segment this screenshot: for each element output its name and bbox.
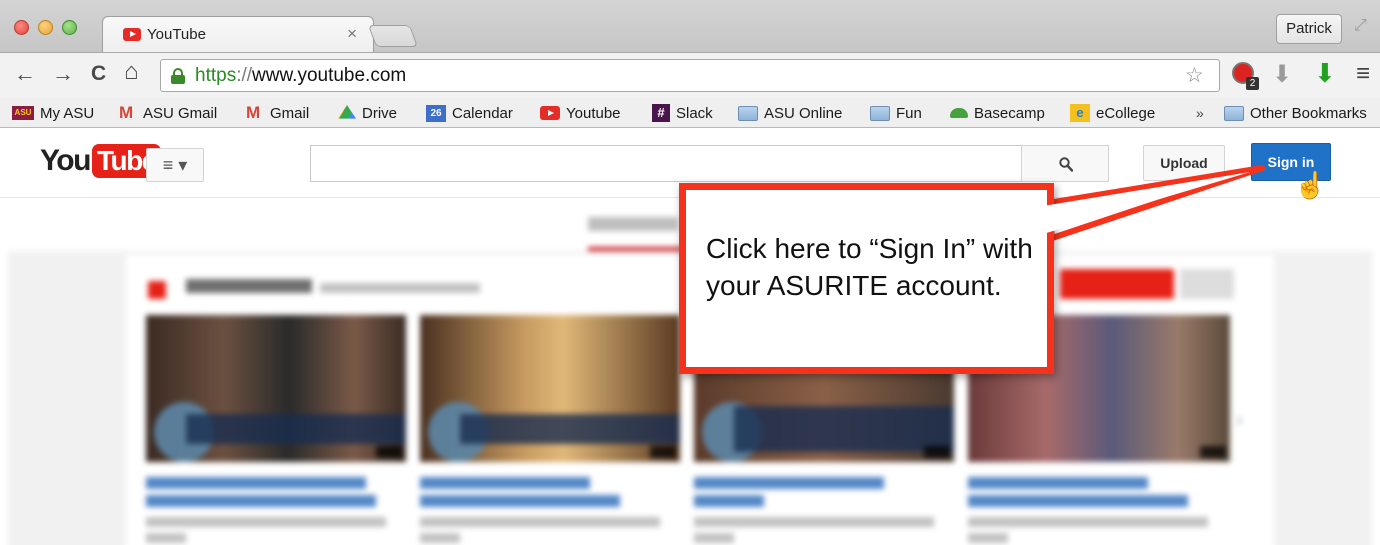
carousel-next-icon[interactable]: › (1236, 409, 1243, 432)
hand-cursor-icon: ☝ (1294, 170, 1327, 200)
folder-icon (1224, 105, 1244, 121)
video-title[interactable] (694, 477, 884, 489)
video-meta (968, 517, 1208, 527)
section-subtitle-placeholder (320, 283, 480, 293)
basecamp-icon (950, 108, 968, 118)
download-disabled-icon[interactable]: ⬇ (1272, 60, 1292, 89)
video-meta (694, 517, 934, 527)
bookmark-asu-gmail[interactable]: M ASU Gmail (119, 103, 217, 123)
bookmark-star-icon[interactable]: ☆ (1185, 63, 1204, 88)
section-title-placeholder (186, 279, 312, 293)
new-tab-button[interactable] (367, 25, 419, 47)
calendar-icon: 26 (426, 104, 446, 122)
video-meta (420, 517, 660, 527)
video-title[interactable] (420, 477, 590, 489)
bookmark-asu-online[interactable]: ASU Online (738, 103, 842, 123)
callout-text: Click here to “Sign In” with your ASURIT… (706, 233, 1033, 301)
lock-icon (171, 68, 185, 84)
tab-title: YouTube (147, 26, 206, 43)
bookmark-basecamp[interactable]: Basecamp (950, 103, 1045, 123)
guide-menu-button[interactable]: ≡ ▾ (146, 148, 204, 182)
bookmark-other-bookmarks[interactable]: Other Bookmarks (1224, 103, 1367, 123)
gmail-icon: M (119, 103, 134, 122)
subscriber-count (1180, 269, 1234, 299)
video-title[interactable] (146, 477, 366, 489)
bookmark-fun[interactable]: Fun (870, 103, 922, 123)
bookmark-gmail[interactable]: M Gmail (246, 103, 309, 123)
bookmarks-overflow-icon[interactable]: » (1196, 105, 1204, 121)
youtube-logo[interactable]: You Tube (40, 144, 161, 178)
search-input[interactable] (310, 145, 1022, 182)
bookmark-youtube[interactable]: Youtube (540, 103, 621, 123)
window-close-button[interactable] (14, 20, 29, 35)
address-url: https://www.youtube.com (195, 65, 407, 86)
forward-icon[interactable]: → (52, 61, 74, 87)
tab-close-icon[interactable]: × (347, 24, 357, 44)
home-icon[interactable]: ⌂ (124, 58, 139, 86)
youtube-favicon-icon (123, 28, 141, 41)
search-button[interactable] (1021, 145, 1109, 182)
instruction-callout: Click here to “Sign In” with your ASURIT… (679, 183, 1054, 374)
back-icon[interactable]: ← (14, 61, 36, 87)
drive-icon (338, 105, 356, 119)
browser-tab-youtube[interactable]: YouTube × (102, 16, 374, 52)
video-title[interactable] (968, 477, 1148, 489)
search-icon (1059, 157, 1073, 172)
folder-icon (870, 105, 890, 121)
channel-icon (148, 281, 166, 299)
profile-button[interactable]: Patrick (1276, 14, 1342, 44)
bookmark-my-asu[interactable]: ASU My ASU (12, 103, 94, 123)
video-thumbnail[interactable] (146, 315, 406, 462)
reload-icon[interactable]: C (91, 62, 106, 86)
what-to-watch-tab[interactable] (588, 217, 678, 231)
youtube-icon (540, 106, 560, 120)
window-minimize-button[interactable] (38, 20, 53, 35)
upload-button[interactable]: Upload (1143, 145, 1225, 181)
video-meta (146, 517, 386, 527)
bookmark-slack[interactable]: # Slack (652, 103, 713, 123)
browser-tabstrip: YouTube × Patrick ⤢ (0, 0, 1380, 52)
window-zoom-button[interactable] (62, 20, 77, 35)
extension-badge: 2 (1246, 77, 1259, 90)
video-thumbnail[interactable] (420, 315, 680, 462)
download-icon[interactable]: ⬇ (1314, 58, 1336, 89)
gmail-icon: M (246, 103, 261, 122)
fullscreen-icon[interactable]: ⤢ (1354, 17, 1367, 35)
chrome-menu-icon[interactable]: ≡ (1356, 60, 1370, 88)
bookmark-calendar[interactable]: 26 Calendar (426, 103, 513, 123)
screenshot-frame: YouTube × Patrick ⤢ ← → C ⌂ https://www.… (0, 0, 1380, 545)
folder-icon (738, 105, 758, 121)
asu-icon: ASU (12, 106, 34, 120)
address-bar[interactable]: https://www.youtube.com ☆ (160, 59, 1220, 92)
browser-toolbar: ← → C ⌂ https://www.youtube.com ☆ (0, 52, 1380, 98)
bookmark-ecollege[interactable]: e eCollege (1070, 103, 1155, 123)
bookmarks-bar: ASU My ASU M ASU Gmail M Gmail Drive 26 … (0, 98, 1380, 128)
subscribe-button[interactable] (1060, 269, 1174, 299)
slack-icon: # (652, 104, 670, 122)
bookmark-drive[interactable]: Drive (338, 103, 397, 123)
ecollege-icon: e (1070, 104, 1090, 122)
